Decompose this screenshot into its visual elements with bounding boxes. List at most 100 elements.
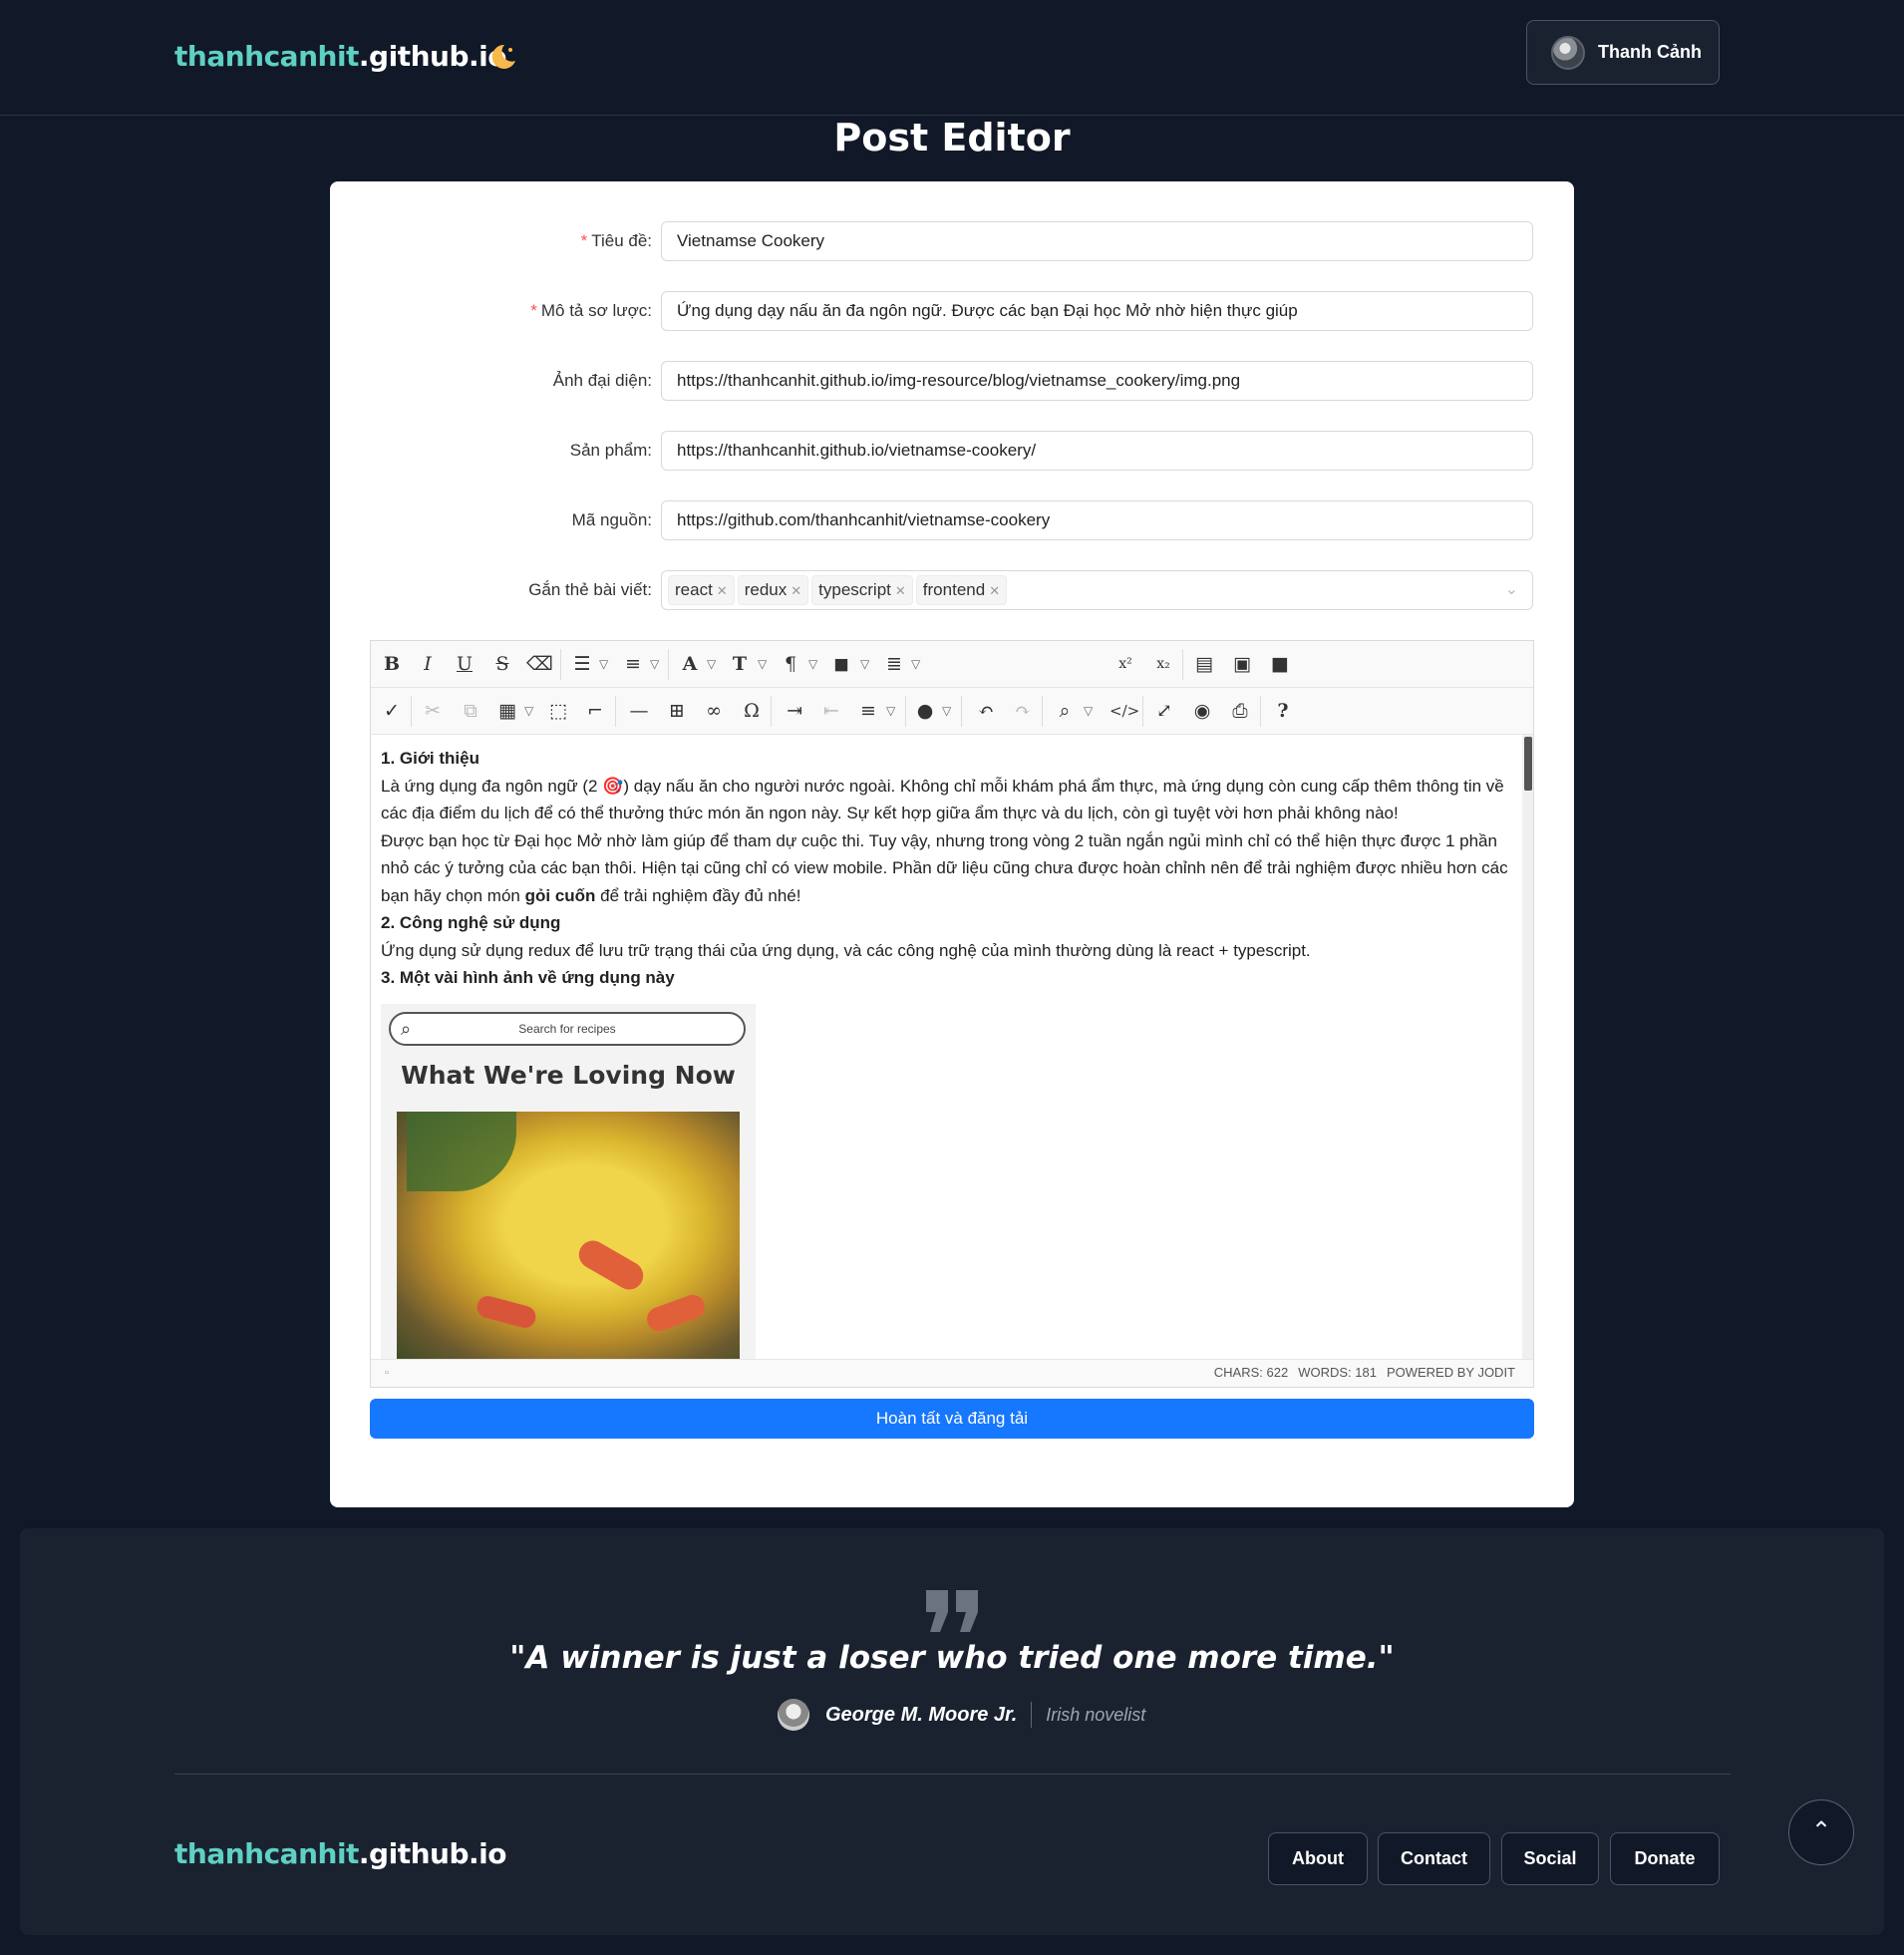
video-icon[interactable]: ■ [1267, 651, 1293, 677]
submit-button[interactable]: Hoàn tất và đăng tải [370, 1399, 1534, 1439]
outdent-icon[interactable]: ⇤ [818, 698, 844, 724]
about-link[interactable]: About [1268, 1832, 1368, 1885]
remove-tag-icon[interactable]: ✕ [717, 583, 728, 598]
remove-tag-icon[interactable]: ✕ [791, 583, 801, 598]
powered-by[interactable]: POWERED BY JODIT [1387, 1365, 1515, 1380]
theme-toggle-moon-icon[interactable] [488, 42, 518, 72]
superscript-icon[interactable]: x² [1112, 651, 1138, 677]
align-icon[interactable]: ≡ [855, 698, 881, 724]
redo-icon[interactable]: ↷ [1010, 698, 1036, 724]
tags-select[interactable]: react ✕ redux ✕ typescript ✕ frontend ✕ ⌄ [661, 570, 1533, 610]
select-all-icon[interactable]: ⬚ [545, 698, 571, 724]
chevron-down-icon[interactable]: ▽ [758, 651, 767, 677]
chevron-down-icon[interactable]: ▽ [599, 651, 608, 677]
tag-chip: frontend ✕ [915, 575, 1008, 605]
paste-icon[interactable]: ▦ [494, 698, 520, 724]
italic-icon[interactable]: I [415, 651, 441, 677]
copy-icon[interactable]: ⧉ [458, 698, 483, 724]
eraser-icon[interactable]: ⌫ [526, 651, 553, 677]
user-name: Thanh Cảnh [1598, 42, 1702, 62]
chevron-down-icon[interactable]: ▽ [911, 651, 920, 677]
search-icon[interactable]: ⌕ [1052, 698, 1078, 724]
quote-author: George M. Moore Jr. Irish novelist [778, 1698, 1145, 1732]
source-url-input[interactable]: https://github.com/thanhcanhit/vietnamse… [661, 500, 1533, 540]
description-label: * Mô tả sơ lược: [530, 301, 652, 320]
editor-content[interactable]: 1. Giới thiệu Là ứng dụng đa ngôn ngữ (2… [371, 735, 1522, 1359]
title-input[interactable]: Vietnamse Cookery [661, 221, 1533, 261]
source-code-icon[interactable]: </> [1110, 698, 1139, 724]
image-icon[interactable]: ▣ [1229, 651, 1255, 677]
file-icon[interactable]: ▤ [1191, 651, 1217, 677]
social-link[interactable]: Social [1501, 1832, 1599, 1885]
paragraph-icon[interactable]: ¶ [778, 651, 803, 677]
table-icon[interactable]: ⊞ [664, 698, 690, 724]
scroll-to-top-chevron-up-icon[interactable]: ⌃ [1788, 1799, 1854, 1865]
line-height-icon[interactable]: ≣ [881, 651, 907, 677]
help-icon[interactable]: ? [1270, 698, 1296, 724]
tech-paragraph: Ứng dụng sử dụng redux để lưu trữ trạng … [381, 940, 1311, 960]
chevron-down-icon[interactable]: ▽ [707, 651, 716, 677]
bold-dish-name: gỏi cuốn [524, 885, 596, 905]
editor-scrollbar[interactable] [1522, 735, 1533, 1359]
brush-color-icon[interactable]: ● [912, 698, 938, 724]
product-url-input[interactable]: https://thanhcanhit.github.io/vietnamse-… [661, 431, 1533, 471]
editor-toolbar-row-2: ✓ ✂ ⧉ ▦ ▽ ⬚ ⌐ — ⊞ ∞ Ω ⇥ ⇤ ≡ ▽ ● ▽ ↶ ↷ ⌕ ▽ </… [371, 688, 1533, 735]
cut-icon[interactable]: ✂ [420, 698, 446, 724]
chevron-down-icon[interactable]: ▽ [942, 698, 951, 724]
editor-status-bar: ▫ CHARS: 622 WORDS: 181 POWERED BY JODIT [371, 1359, 1533, 1387]
remove-tag-icon[interactable]: ✕ [895, 583, 906, 598]
chevron-down-icon[interactable]: ▽ [886, 698, 895, 724]
app-screenshot-image[interactable]: ⌕ Search for recipes What We're Loving No… [381, 1004, 756, 1359]
chevron-down-icon[interactable]: ⌄ [1505, 579, 1518, 599]
editor-scrollbar-thumb[interactable] [1524, 737, 1532, 791]
author-name: George M. Moore Jr. [825, 1703, 1018, 1726]
footer-logo[interactable]: thanhcanhit.github.io [174, 1837, 506, 1870]
preview-eye-icon[interactable]: ◉ [1189, 698, 1215, 724]
underline-icon[interactable]: U [452, 651, 477, 677]
source-label: Mã nguồn: [571, 510, 652, 529]
avatar-url-input[interactable]: https://thanhcanhit.github.io/img-resour… [661, 361, 1533, 401]
class-span-icon[interactable]: ◼ [828, 651, 854, 677]
user-menu-button[interactable]: Thanh Cảnh [1526, 20, 1720, 85]
contact-link[interactable]: Contact [1378, 1832, 1490, 1885]
search-icon: ⌕ [401, 1019, 412, 1039]
resize-toggle-icon[interactable]: ▫ [385, 1360, 389, 1386]
undo-icon[interactable]: ↶ [973, 698, 999, 724]
print-icon[interactable]: ⎙ [1227, 698, 1253, 724]
donate-link[interactable]: Donate [1610, 1832, 1720, 1885]
bold-icon[interactable]: B [379, 651, 405, 677]
screenshot-heading: What We're Loving Now [401, 1061, 736, 1090]
avatar-label: Ảnh đại diện: [552, 371, 652, 390]
horizontal-rule-icon[interactable]: — [626, 698, 652, 724]
section-heading-2: 2. Công nghệ sử dụng [381, 913, 561, 932]
remove-tag-icon[interactable]: ✕ [989, 583, 1000, 598]
font-icon[interactable]: A [677, 651, 703, 677]
indent-icon[interactable]: ⇥ [782, 698, 807, 724]
title-label: * Tiêu đề: [580, 231, 652, 250]
site-footer: "A winner is just a loser who tried one … [20, 1528, 1884, 1935]
site-logo[interactable]: thanhcanhit.github.io [174, 40, 506, 73]
page-title: Post Editor [833, 116, 1071, 160]
font-size-icon[interactable]: T [727, 651, 753, 677]
tag-chip: react ✕ [668, 575, 735, 605]
chevron-down-icon[interactable]: ▽ [524, 698, 533, 724]
copy-format-icon[interactable]: ⌐ [582, 698, 608, 724]
quote-icon [926, 1590, 978, 1632]
chevron-down-icon[interactable]: ▽ [860, 651, 869, 677]
word-count: WORDS: 181 [1298, 1365, 1377, 1380]
link-icon[interactable]: ∞ [701, 698, 727, 724]
chevron-down-icon[interactable]: ▽ [1084, 698, 1093, 724]
chevron-down-icon[interactable]: ▽ [808, 651, 817, 677]
special-char-icon[interactable]: Ω [739, 698, 765, 724]
description-input[interactable]: Ứng dụng dạy nấu ăn đa ngôn ngữ. Được cá… [661, 291, 1533, 331]
fullscreen-icon[interactable]: ⤢ [1151, 698, 1177, 724]
bullet-list-icon[interactable]: ☰ [569, 651, 595, 677]
site-header: thanhcanhit.github.io Thanh Cảnh [0, 0, 1904, 116]
spellcheck-icon[interactable]: ✓ [379, 698, 405, 724]
numbered-list-icon[interactable]: ≡ [620, 651, 646, 677]
chevron-down-icon[interactable]: ▽ [650, 651, 659, 677]
strikethrough-icon[interactable]: S [489, 651, 515, 677]
screenshot-search-bar: ⌕ Search for recipes [389, 1012, 746, 1046]
editor-toolbar-row-1: B I U S ⌫ ☰ ▽ ≡ ▽ A ▽ T ▽ ¶ ▽ ◼ ▽ ≣ ▽ x² x₂ ▤ ▣… [371, 641, 1533, 688]
subscript-icon[interactable]: x₂ [1150, 651, 1176, 677]
